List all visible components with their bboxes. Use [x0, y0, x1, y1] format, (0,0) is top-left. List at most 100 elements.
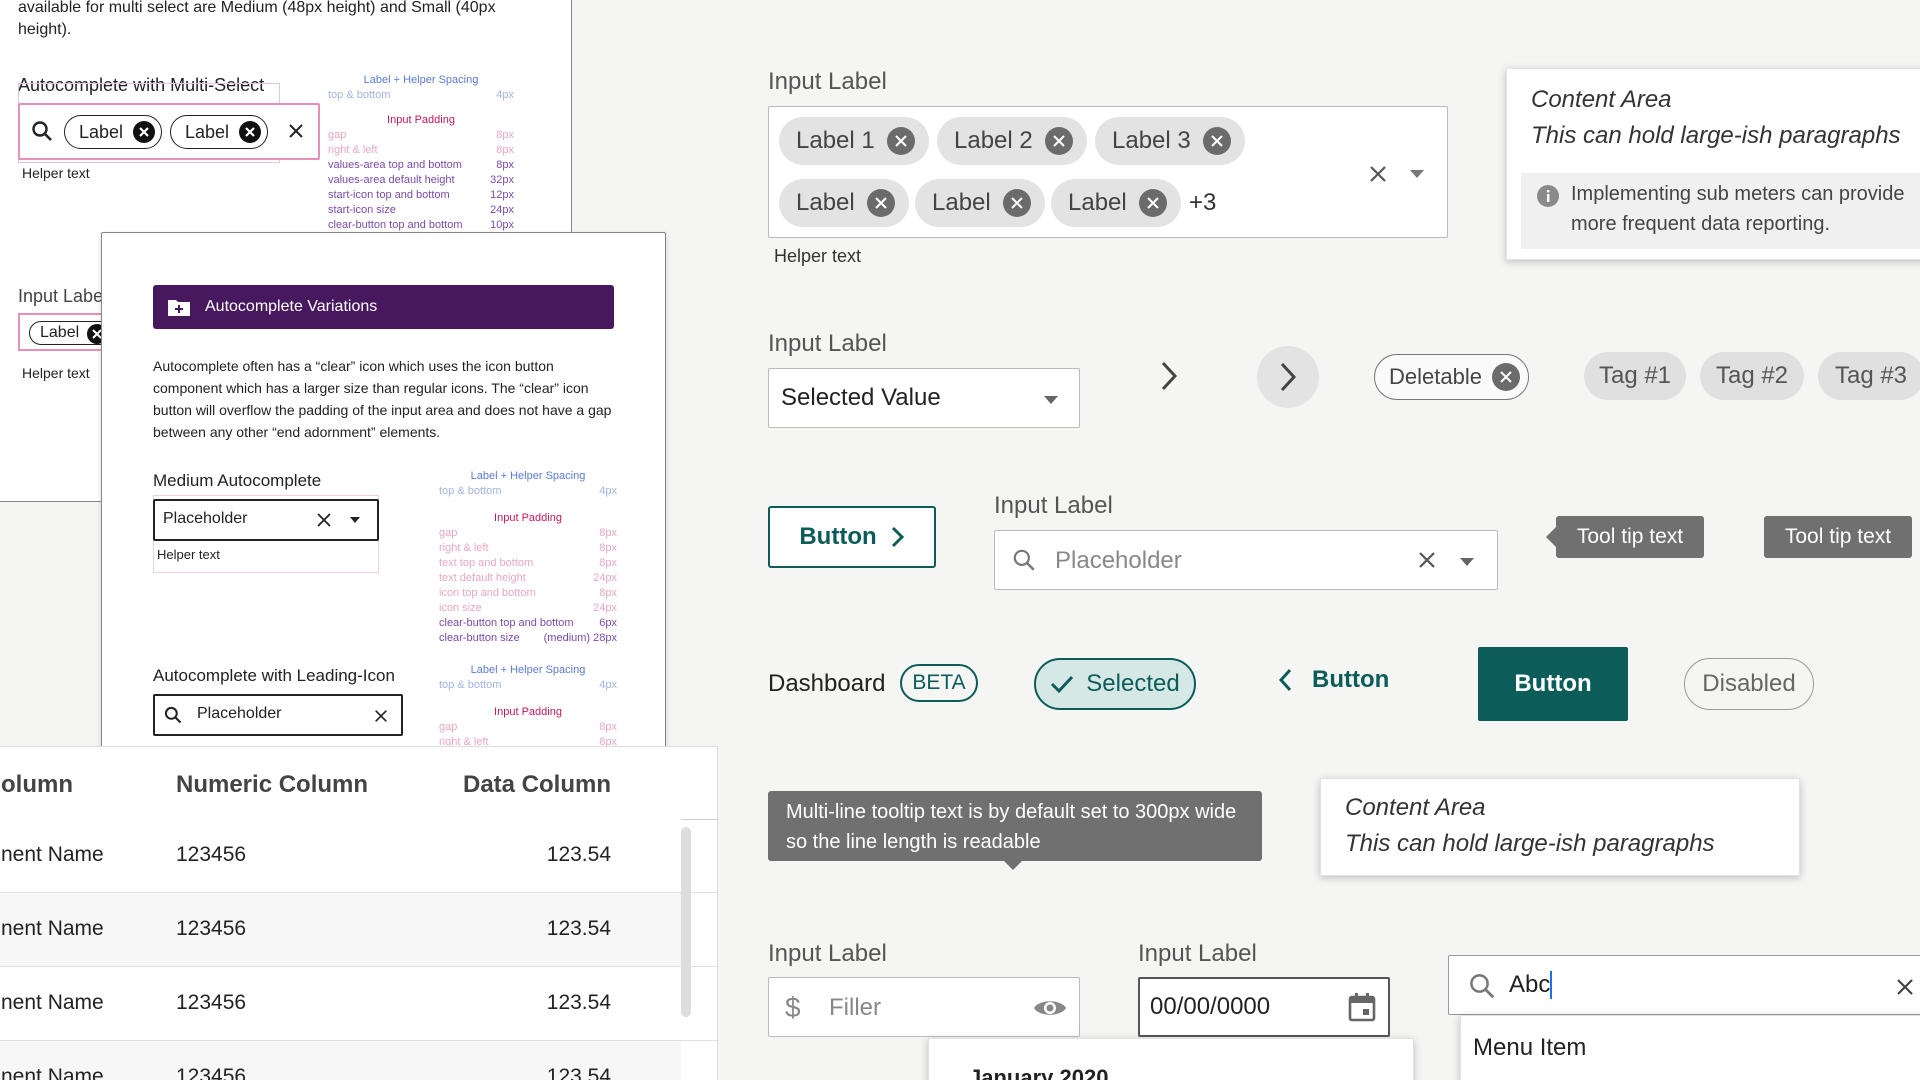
- chip-label: Label: [932, 189, 991, 216]
- content-title: Content Area: [1531, 86, 1672, 113]
- table-cell: nent Name: [1, 917, 104, 940]
- medium-title: Medium Autocomplete: [153, 471, 322, 490]
- info-alert: Implementing sub meters can provide more…: [1521, 173, 1920, 249]
- leading-autocomplete[interactable]: Placeholder: [153, 694, 403, 736]
- table-row[interactable]: nent Name 123456 123.54: [0, 967, 681, 1040]
- menu-item[interactable]: Menu Item: [1473, 1034, 1586, 1062]
- placeholder: Filler: [829, 994, 881, 1021]
- chip-close-icon[interactable]: [1138, 189, 1167, 217]
- chip-label: Label 1: [796, 127, 875, 154]
- multi-select-field[interactable]: Label 1 Label 2 Label 3 Label Label Label +3: [768, 106, 1448, 238]
- chip-close-icon[interactable]: [1491, 363, 1520, 391]
- caret-down-icon[interactable]: [1459, 557, 1475, 567]
- tag[interactable]: Tag #3: [1818, 352, 1920, 400]
- column-header[interactable]: olumn: [1, 771, 73, 799]
- select-label: Input Label: [768, 330, 887, 357]
- column-header[interactable]: Data Column: [381, 771, 611, 799]
- table-cell: 123.54: [546, 991, 611, 1014]
- chevron-right-button[interactable]: [1257, 346, 1319, 408]
- chip-close-icon[interactable]: [133, 121, 156, 143]
- chip-close-icon[interactable]: [1202, 127, 1231, 155]
- clear-icon[interactable]: [315, 511, 333, 529]
- multi-select-label: Input Label: [768, 68, 887, 95]
- clear-icon[interactable]: [373, 708, 389, 724]
- table-cell: 123.54: [546, 1065, 611, 1080]
- chip-label: Deletable: [1389, 364, 1482, 389]
- clear-icon[interactable]: [1367, 163, 1389, 185]
- padding-row: right & left 8px: [439, 542, 617, 554]
- search-icon: [1467, 971, 1497, 1001]
- date-label: Input Label: [1138, 940, 1257, 967]
- label-chip[interactable]: Label: [1051, 179, 1181, 227]
- search-icon: [30, 119, 54, 143]
- data-table: olumn Numeric Column Data Column nent Na…: [0, 746, 719, 1080]
- table-row[interactable]: nent Name 123456 123.54: [0, 893, 681, 966]
- multi-select-field[interactable]: Label Label: [18, 103, 320, 160]
- padding-row: values-area default height 32px: [328, 174, 514, 186]
- spacing-row: top & bottom 4px: [439, 679, 617, 691]
- chip-label: Label: [796, 189, 855, 216]
- chip-close-icon[interactable]: [866, 189, 895, 217]
- caret-down-icon[interactable]: [1409, 169, 1425, 179]
- padding-row: gap 8px: [328, 129, 514, 141]
- clear-icon[interactable]: [1417, 550, 1437, 570]
- search-field[interactable]: Abc: [1448, 955, 1920, 1015]
- column-header[interactable]: Numeric Column: [176, 771, 368, 799]
- clear-icon[interactable]: [1895, 977, 1915, 997]
- primary-button[interactable]: Button: [1478, 647, 1628, 721]
- label-chip[interactable]: Label 1: [779, 117, 929, 165]
- folder-plus-icon: [167, 297, 191, 317]
- eye-icon[interactable]: [1033, 996, 1067, 1020]
- label-chip[interactable]: Label 3: [1095, 117, 1245, 165]
- chip-label: Label 3: [1112, 127, 1191, 154]
- selected-chip[interactable]: Selected: [1034, 658, 1196, 710]
- table-cell: 123456: [176, 843, 247, 866]
- medium-autocomplete[interactable]: Placeholder: [153, 499, 379, 541]
- label-chip[interactable]: Label 2: [937, 117, 1087, 165]
- search-icon: [1011, 547, 1037, 573]
- tag[interactable]: Tag #1: [1584, 352, 1686, 400]
- tag[interactable]: Tag #2: [1700, 352, 1804, 400]
- multi-helper: Helper text: [22, 165, 90, 181]
- padding-row: values-area top and bottom 8px: [328, 159, 514, 171]
- calendar-icon[interactable]: [1348, 992, 1376, 1022]
- banner-title: Autocomplete Variations: [205, 298, 378, 315]
- text-button[interactable]: Button: [1278, 666, 1389, 694]
- chip-close-icon[interactable]: [239, 121, 262, 143]
- date-field[interactable]: 00/00/0000: [1138, 977, 1390, 1037]
- button-label: Button: [799, 523, 877, 550]
- scrollbar[interactable]: [681, 827, 691, 1017]
- placeholder: Placeholder: [197, 705, 282, 722]
- content-card: Content Area This can hold large-ish par…: [1320, 778, 1800, 876]
- leading-title: Autocomplete with Leading-Icon: [153, 666, 395, 685]
- multi-chip[interactable]: Label: [64, 115, 163, 149]
- outline-button[interactable]: Button: [768, 506, 936, 568]
- padding-row: icon top and bottom 8px: [439, 587, 617, 599]
- padding-row: gap 8px: [439, 527, 617, 539]
- search-input[interactable]: Abc: [1509, 971, 1553, 999]
- chip-close-icon[interactable]: [1044, 127, 1073, 155]
- more-count: +3: [1189, 189, 1217, 216]
- select-field[interactable]: Selected Value: [768, 368, 1080, 428]
- table-row[interactable]: nent Name 123456 123.54: [0, 819, 681, 892]
- caret-down-icon[interactable]: [349, 516, 361, 524]
- chevron-right-icon[interactable]: [1158, 360, 1180, 392]
- label-chip[interactable]: Label: [779, 179, 909, 227]
- chip-close-icon[interactable]: [1002, 189, 1031, 217]
- small-helper: Helper text: [22, 365, 90, 381]
- beta-badge: BETA: [900, 664, 978, 702]
- description: Autocomplete often has a “clear” icon wh…: [153, 358, 612, 440]
- padding-row: right & left 8px: [328, 144, 514, 156]
- deletable-chip[interactable]: Deletable: [1374, 354, 1529, 400]
- calendar-month: January 2020: [969, 1065, 1109, 1080]
- padding-row: icon size 24px: [439, 602, 617, 614]
- spacing-title: Label + Helper Spacing: [363, 74, 479, 86]
- chip-close-icon[interactable]: [886, 127, 915, 155]
- check-icon: [1050, 674, 1074, 694]
- autocomplete-field[interactable]: Placeholder: [994, 530, 1498, 590]
- multi-chip[interactable]: Label: [170, 115, 269, 149]
- money-field[interactable]: $ Filler: [768, 977, 1080, 1037]
- table-row[interactable]: nent Name 123456 123.54: [0, 1041, 681, 1080]
- clear-icon[interactable]: [286, 121, 306, 141]
- label-chip[interactable]: Label: [915, 179, 1045, 227]
